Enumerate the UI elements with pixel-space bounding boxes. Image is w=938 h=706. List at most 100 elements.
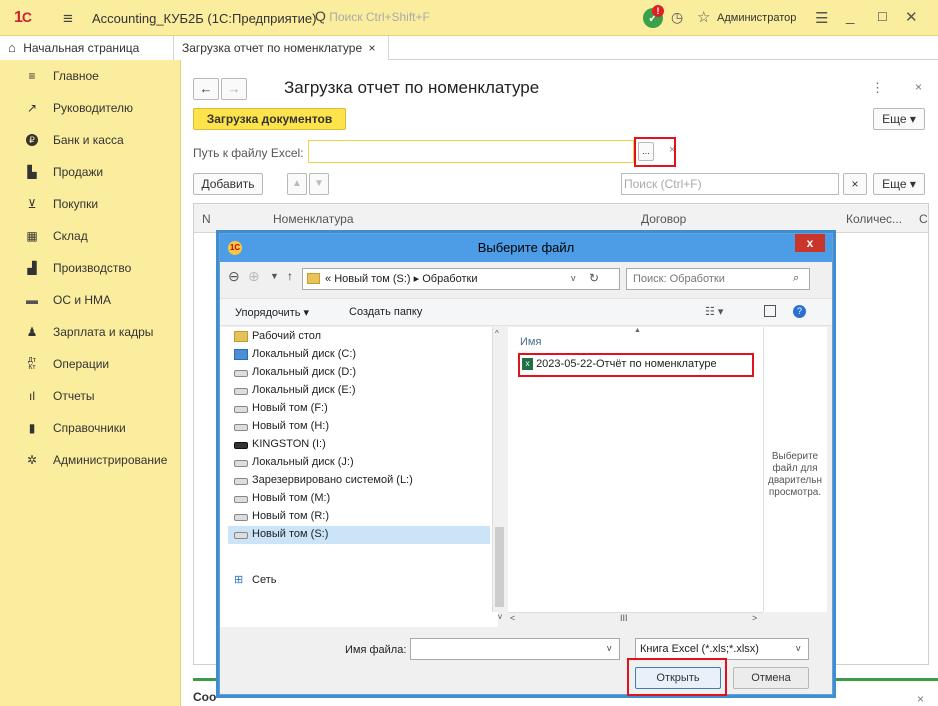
network-icon: ⊞ <box>234 574 244 586</box>
forward-icon[interactable]: ⊕ <box>248 268 260 285</box>
close-messages-icon[interactable]: × <box>917 692 924 706</box>
main-menu-icon[interactable]: ≡ <box>63 9 73 29</box>
help-icon[interactable]: ? <box>793 305 806 318</box>
notifications-icon[interactable]: ✓! <box>643 5 664 28</box>
minimize-icon[interactable]: _ <box>846 8 854 25</box>
sidebar-item-label: ОС и НМА <box>53 293 112 307</box>
global-search-input[interactable]: Q Поиск Ctrl+Shift+F <box>315 8 465 28</box>
column-s[interactable]: С <box>919 212 928 226</box>
preview-pane-icon[interactable] <box>764 305 776 317</box>
tab-home[interactable]: ⌂ Начальная страница <box>0 36 174 60</box>
sidebar-item-main[interactable]: ≡ Главное <box>0 60 181 92</box>
preview-line: Выберите <box>771 451 819 462</box>
title-bar: 1С ≡ Accounting_КУБ2Б (1С:Предприятие) Q… <box>0 0 938 36</box>
scroll-down-icon[interactable]: v <box>493 612 507 626</box>
maximize-icon[interactable]: ☐ <box>877 10 888 24</box>
notification-badge: ! <box>652 5 664 17</box>
sidebar-item-salary[interactable]: ♟ Зарплата и кадры <box>0 316 181 348</box>
sidebar-item-sales[interactable]: ▙ Продажи <box>0 156 181 188</box>
sidebar-item-admin[interactable]: ✲ Администрирование <box>0 444 181 476</box>
column-name-header[interactable]: Имя <box>520 336 541 348</box>
favorites-star-icon[interactable]: ☆ <box>697 8 710 26</box>
tab-close-icon[interactable]: × <box>368 41 375 55</box>
settings-icon[interactable]: ☰ <box>815 9 828 27</box>
sidebar-item-reports[interactable]: ıl Отчеты <box>0 380 181 412</box>
drive-icon <box>234 532 248 539</box>
sidebar-item-assets[interactable]: ▬ ОС и НМА <box>0 284 181 316</box>
sidebar-item-label: Покупки <box>53 197 99 211</box>
scroll-thumb-grip[interactable]: III <box>620 613 628 623</box>
column-nomenclature[interactable]: Номенклатура <box>273 212 354 226</box>
table-more-button[interactable]: Еще ▾ <box>873 173 925 195</box>
nav-scrollbar-thumb[interactable] <box>495 527 504 607</box>
breadcrumb-overflow[interactable]: « <box>325 273 331 285</box>
drive-icon <box>234 424 248 431</box>
1c-logo-icon[interactable]: 1С <box>14 9 32 27</box>
clear-search-button[interactable]: × <box>843 173 867 195</box>
view-options-icon[interactable]: ☷ ▾ <box>705 305 723 318</box>
up-level-icon[interactable]: ↑ <box>287 269 293 283</box>
preview-line: просмотра. <box>768 487 822 498</box>
cancel-button[interactable]: Отмена <box>733 667 809 689</box>
highlight-file <box>518 353 754 377</box>
sidebar-item-catalogs[interactable]: ▮ Справочники <box>0 412 181 444</box>
bar-chart-icon: ıl <box>29 389 35 403</box>
load-documents-button[interactable]: Загрузка документов <box>193 108 346 130</box>
add-button[interactable]: Добавить <box>193 173 263 195</box>
breadcrumb: « Новый том (S:) ▸ Обработки <box>325 273 478 285</box>
file-dialog: 1С Выберите файл x ⊖ ⊕ ▼ ↑ « Новый том (… <box>219 233 833 696</box>
history-icon[interactable]: ◷ <box>671 9 683 26</box>
nav-scrollbar[interactable]: ^ <box>492 327 506 612</box>
dialog-search-input[interactable]: Поиск: Обработки ⌕ <box>626 268 810 290</box>
sidebar-item-operations[interactable]: Дт Кт Операции <box>0 348 181 380</box>
sidebar-item-purchases[interactable]: ⊻ Покупки <box>0 188 181 220</box>
table-search-input[interactable]: Поиск (Ctrl+F) <box>621 173 839 195</box>
recent-dropdown-icon[interactable]: ▼ <box>270 271 279 281</box>
dialog-title-bar: 1С Выберите файл x <box>220 234 832 262</box>
forward-button[interactable]: → <box>221 78 247 100</box>
filetype-select[interactable]: Книга Excel (*.xls;*.xlsx) v <box>635 638 809 660</box>
book-icon: ▮ <box>28 421 36 435</box>
files-pane: Имя ▲ x 2023-05-22-Отчёт по номенклатуре <box>508 327 763 612</box>
address-bar[interactable]: « Новый том (S:) ▸ Обработки v ↻ <box>302 268 620 290</box>
column-quantity[interactable]: Количес... <box>846 212 902 226</box>
back-button[interactable]: ← <box>193 78 219 100</box>
nav-item-selected[interactable]: Новый том (S:) <box>228 526 490 544</box>
breadcrumb-item[interactable]: Обработки <box>422 273 477 285</box>
address-dropdown-icon[interactable]: v <box>571 273 576 283</box>
refresh-icon[interactable]: ↻ <box>589 271 599 285</box>
back-icon[interactable]: ⊖ <box>228 268 240 285</box>
tab-document[interactable]: Загрузка отчет по номенклатуре × <box>174 36 389 60</box>
column-contract[interactable]: Договор <box>641 212 686 226</box>
move-up-button[interactable]: ▲ <box>287 173 307 195</box>
highlight-browse <box>634 137 676 167</box>
user-name[interactable]: Администратор <box>717 12 796 24</box>
filename-dropdown-icon[interactable]: v <box>607 643 612 653</box>
sidebar-item-warehouse[interactable]: ▦ Склад <box>0 220 181 252</box>
warehouse-icon: ▦ <box>26 229 38 243</box>
filename-input[interactable]: v <box>410 638 620 660</box>
scroll-right-icon[interactable]: > <box>752 613 757 623</box>
scroll-left-icon[interactable]: < <box>510 613 515 623</box>
excel-path-input[interactable] <box>308 140 634 163</box>
files-hscrollbar[interactable]: < III > <box>508 612 763 626</box>
nav-item-label: Локальный диск (C:) <box>252 348 357 360</box>
close-window-icon[interactable]: ✕ <box>905 8 918 26</box>
breadcrumb-item[interactable]: Новый том (S:) <box>334 273 410 285</box>
more-button[interactable]: Еще ▾ <box>873 108 925 130</box>
new-folder-button[interactable]: Создать папку <box>349 306 422 318</box>
sidebar-item-bank[interactable]: ₽ Банк и касса <box>0 124 181 156</box>
sidebar-item-production[interactable]: ▟ Производство <box>0 252 181 284</box>
more-actions-icon[interactable]: ⋮ <box>871 80 884 96</box>
move-down-button[interactable]: ▼ <box>309 173 329 195</box>
scroll-up-icon[interactable]: ^ <box>495 329 499 338</box>
column-n[interactable]: N <box>202 212 211 226</box>
filetype-dropdown-icon[interactable]: v <box>796 643 801 653</box>
close-form-icon[interactable]: × <box>915 80 922 94</box>
dialog-close-button[interactable]: x <box>795 234 825 252</box>
nav-item-label: Сеть <box>252 574 277 586</box>
search-icon: ⌕ <box>793 272 800 284</box>
search-icon: Q <box>315 8 326 24</box>
organize-menu[interactable]: Упорядочить ▾ <box>235 306 309 319</box>
sidebar-item-manager[interactable]: ↗ Руководителю <box>0 92 181 124</box>
